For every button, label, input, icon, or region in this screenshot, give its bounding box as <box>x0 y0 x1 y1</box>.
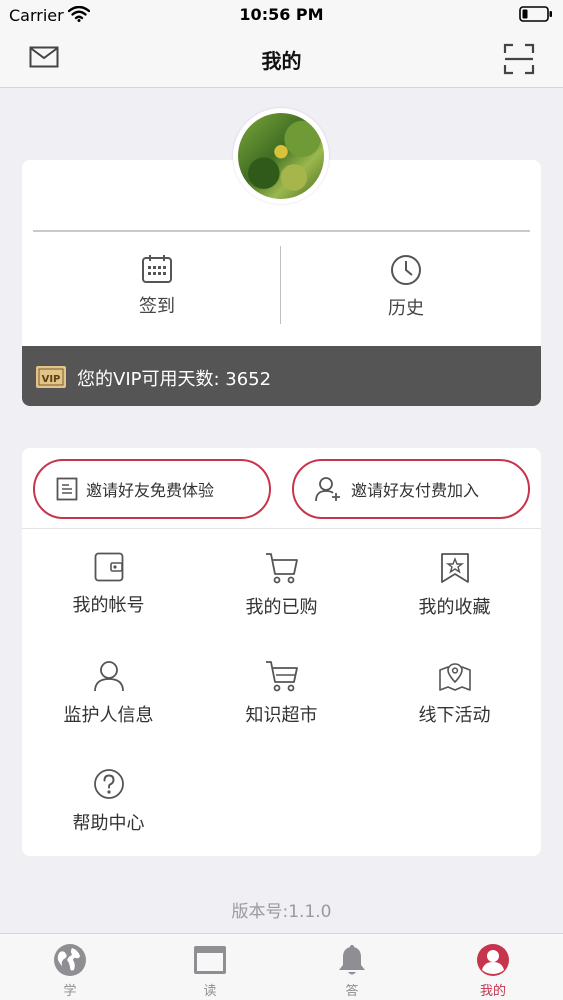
checkin-label: 签到 <box>139 296 175 317</box>
tab-mine[interactable]: 我的 <box>423 934 563 1000</box>
divider <box>33 230 530 232</box>
tab-label: 答 <box>345 984 359 999</box>
divider <box>22 528 541 529</box>
tab-read[interactable]: 读 <box>140 934 280 1000</box>
tab-answer[interactable]: 答 <box>282 934 422 1000</box>
menu-item-label: 线下活动 <box>418 705 491 726</box>
menu-card: 邀请好友免费体验 邀请好友付费加入 我的帐号 我的已购 我的收藏 监护人信息 知… <box>22 448 541 856</box>
menu-item-label: 监护人信息 <box>63 705 154 726</box>
cart-icon <box>265 553 298 584</box>
menu-item-label: 帮助中心 <box>72 813 145 834</box>
wallet-icon <box>94 552 123 582</box>
nav-bar: 我的 <box>0 30 563 88</box>
browser-icon <box>194 946 226 974</box>
tab-bar: 学 读 答 我的 <box>0 933 563 1000</box>
menu-item-purchased[interactable]: 我的已购 <box>195 552 368 642</box>
globe-icon <box>54 944 86 976</box>
menu-item-label: 我的已购 <box>245 597 318 618</box>
add-user-icon <box>315 477 340 502</box>
vip-badge-label: VIP <box>42 374 61 385</box>
map-pin-icon <box>438 663 471 691</box>
menu-item-label: 知识超市 <box>245 705 318 726</box>
menu-item-help-center[interactable]: 帮助中心 <box>22 768 195 856</box>
bookmark-star-icon <box>440 553 469 583</box>
clock-label: 10:56 PM <box>239 5 324 24</box>
tab-label: 我的 <box>479 984 506 999</box>
vip-badge-icon: VIP <box>36 366 66 388</box>
calendar-icon <box>142 255 172 283</box>
avatar[interactable] <box>233 108 329 204</box>
menu-item-knowledge-market[interactable]: 知识超市 <box>195 660 368 750</box>
invite-paid-button[interactable]: 邀请好友付费加入 <box>292 459 530 519</box>
page-title: 我的 <box>261 49 302 73</box>
document-icon <box>56 477 78 501</box>
vip-days-label: 您的VIP可用天数: 3652 <box>77 369 272 390</box>
profile-icon <box>477 944 509 976</box>
shopping-cart-icon <box>265 661 298 692</box>
menu-item-label: 我的收藏 <box>418 597 491 618</box>
checkin-button[interactable]: 签到 <box>37 246 277 324</box>
menu-item-favorites[interactable]: 我的收藏 <box>368 552 541 642</box>
menu-item-guardian-info[interactable]: 监护人信息 <box>22 660 195 750</box>
vip-bar: VIP 您的VIP可用天数: 3652 <box>22 346 541 406</box>
battery-icon <box>519 6 552 22</box>
menu-item-offline-events[interactable]: 线下活动 <box>368 660 541 750</box>
divider <box>280 246 281 324</box>
history-button[interactable]: 历史 <box>286 246 526 324</box>
help-icon <box>93 769 124 799</box>
version-label: 版本号:1.1.0 <box>231 902 332 922</box>
tab-label: 读 <box>203 984 217 999</box>
bell-icon <box>339 945 365 975</box>
status-bar: Carrier 10:56 PM <box>0 0 563 30</box>
menu-item-my-account[interactable]: 我的帐号 <box>22 552 195 642</box>
tab-label: 学 <box>63 984 77 999</box>
clock-icon <box>391 255 421 285</box>
menu-item-label: 我的帐号 <box>72 595 145 616</box>
person-icon <box>93 661 124 692</box>
scan-icon[interactable] <box>503 43 535 75</box>
history-label: 历史 <box>388 298 424 319</box>
tab-learn[interactable]: 学 <box>0 934 140 1000</box>
invite-free-button[interactable]: 邀请好友免费体验 <box>33 459 271 519</box>
invite-paid-label: 邀请好友付费加入 <box>351 481 480 500</box>
invite-free-label: 邀请好友免费体验 <box>86 481 215 500</box>
avatar-image <box>238 113 324 199</box>
